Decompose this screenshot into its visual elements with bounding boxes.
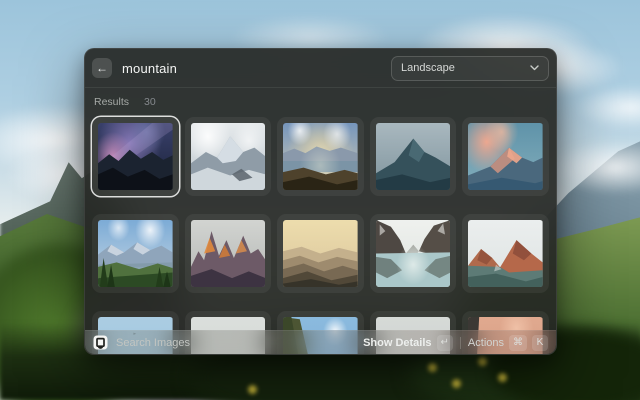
- image-result-tile-alpenglow-peak[interactable]: [462, 117, 549, 196]
- wallpaper-flower: [248, 385, 257, 394]
- action-bar-left: Search Images: [93, 335, 363, 350]
- chevron-down-icon: [530, 65, 539, 71]
- image-result-tile-night-milky-way[interactable]: [92, 117, 179, 196]
- dropdown-selected-value: Landscape: [401, 62, 530, 74]
- image-result-tile-rock-spires[interactable]: [185, 214, 272, 293]
- cmd-key-badge: ⌘: [509, 335, 527, 351]
- show-details-button[interactable]: Show Details ↵: [363, 335, 453, 351]
- result-thumbnail: [468, 220, 543, 287]
- k-key-badge: K: [532, 335, 548, 351]
- wallpaper-flower: [452, 379, 461, 388]
- result-thumbnail: [98, 123, 173, 190]
- results-count: 30: [144, 96, 156, 108]
- back-button[interactable]: ←: [92, 58, 112, 78]
- result-thumbnail: [98, 220, 173, 287]
- result-thumbnail: [376, 123, 451, 190]
- wallpaper-flower: [428, 363, 437, 372]
- result-thumbnail: [376, 220, 451, 287]
- image-result-tile-forest-valley[interactable]: [92, 214, 179, 293]
- results-label: Results: [94, 96, 129, 108]
- image-result-tile-snowy-peak[interactable]: [185, 117, 272, 196]
- action-bar: Search Images Show Details ↵ Actions ⌘ K: [85, 330, 556, 354]
- image-result-tile-teal-peak[interactable]: [370, 117, 457, 196]
- show-details-label: Show Details: [363, 337, 431, 349]
- actions-label: Actions: [468, 337, 504, 349]
- result-thumbnail: [191, 220, 266, 287]
- image-result-tile-mirror-lake[interactable]: [370, 214, 457, 293]
- results-header: Results 30: [85, 88, 556, 108]
- image-result-tile-hazy-ridges[interactable]: [277, 214, 364, 293]
- search-images-app-icon: [93, 335, 108, 350]
- search-images-window: ← mountain Landscape Results 30: [84, 48, 557, 355]
- result-thumbnail: [468, 123, 543, 190]
- result-thumbnail: [283, 123, 358, 190]
- wallpaper-flower: [478, 357, 487, 366]
- search-query-input[interactable]: mountain: [122, 61, 177, 76]
- enter-key-badge: ↵: [437, 335, 453, 351]
- orientation-dropdown[interactable]: Landscape: [391, 56, 549, 81]
- actions-button[interactable]: Actions ⌘ K: [468, 335, 548, 351]
- result-thumbnail: [283, 220, 358, 287]
- results-grid: [92, 117, 549, 355]
- wallpaper-flower: [498, 373, 507, 382]
- action-bar-right: Show Details ↵ Actions ⌘ K: [363, 335, 548, 351]
- app-name: Search Images: [116, 337, 190, 349]
- image-result-tile-sunset-lake[interactable]: [277, 117, 364, 196]
- window-header: ← mountain Landscape: [85, 49, 556, 87]
- arrow-left-icon: ←: [96, 61, 108, 75]
- image-result-tile-red-twin-peaks[interactable]: [462, 214, 549, 293]
- result-thumbnail: [191, 123, 266, 190]
- footer-divider: [460, 337, 461, 349]
